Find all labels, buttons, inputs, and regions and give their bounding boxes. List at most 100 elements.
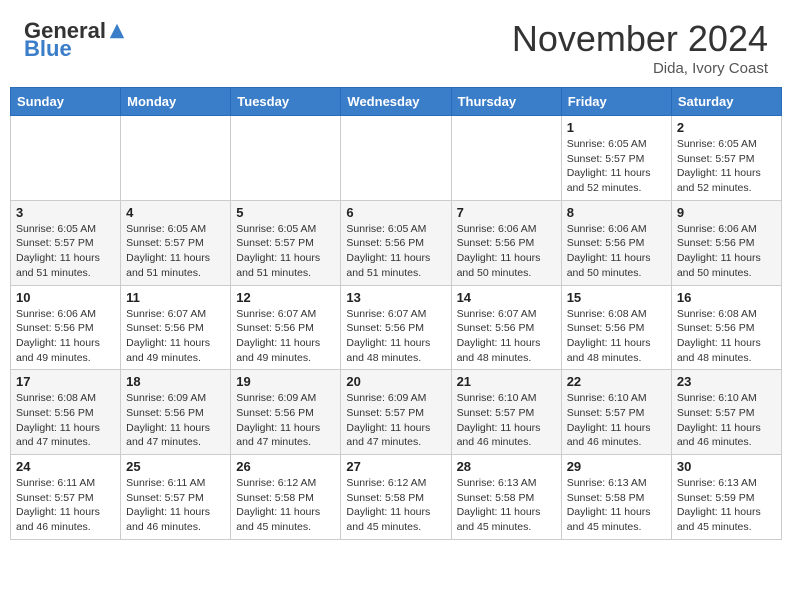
day-number: 27 <box>346 459 445 474</box>
day-info: Sunrise: 6:09 AM Sunset: 5:56 PM Dayligh… <box>126 391 225 450</box>
day-number: 6 <box>346 205 445 220</box>
day-info: Sunrise: 6:06 AM Sunset: 5:56 PM Dayligh… <box>16 307 115 366</box>
day-number: 23 <box>677 374 776 389</box>
calendar-cell: 18 Sunrise: 6:09 AM Sunset: 5:56 PM Dayli… <box>121 370 231 455</box>
col-header-tuesday: Tuesday <box>231 88 341 116</box>
day-info: Sunrise: 6:09 AM Sunset: 5:57 PM Dayligh… <box>346 391 445 450</box>
calendar-cell: 27 Sunrise: 6:12 AM Sunset: 5:58 PM Dayli… <box>341 455 451 540</box>
calendar-cell <box>451 116 561 201</box>
day-number: 14 <box>457 290 556 305</box>
calendar-cell: 21Sunrise: 6:10 AM Sunset: 5:57 PM Dayli… <box>451 370 561 455</box>
day-info: Sunrise: 6:12 AM Sunset: 5:58 PM Dayligh… <box>346 476 445 535</box>
col-header-friday: Friday <box>561 88 671 116</box>
col-header-monday: Monday <box>121 88 231 116</box>
day-number: 9 <box>677 205 776 220</box>
day-number: 16 <box>677 290 776 305</box>
day-number: 1 <box>567 120 666 135</box>
calendar-cell: 15 Sunrise: 6:08 AM Sunset: 5:56 PM Dayli… <box>561 285 671 370</box>
calendar-cell: 26Sunrise: 6:12 AM Sunset: 5:58 PM Dayli… <box>231 455 341 540</box>
header-row: SundayMondayTuesdayWednesdayThursdayFrid… <box>11 88 782 116</box>
calendar-cell: 22 Sunrise: 6:10 AM Sunset: 5:57 PM Dayli… <box>561 370 671 455</box>
calendar-week-3: 17 Sunrise: 6:08 AM Sunset: 5:56 PM Dayli… <box>11 370 782 455</box>
day-number: 3 <box>16 205 115 220</box>
day-info: Sunrise: 6:07 AM Sunset: 5:56 PM Dayligh… <box>126 307 225 366</box>
day-number: 17 <box>16 374 115 389</box>
day-number: 22 <box>567 374 666 389</box>
day-info: Sunrise: 6:05 AM Sunset: 5:56 PM Dayligh… <box>346 222 445 281</box>
day-info: Sunrise: 6:06 AM Sunset: 5:56 PM Dayligh… <box>457 222 556 281</box>
day-info: Sunrise: 6:05 AM Sunset: 5:57 PM Dayligh… <box>236 222 335 281</box>
day-info: Sunrise: 6:10 AM Sunset: 5:57 PM Dayligh… <box>567 391 666 450</box>
header-right: November 2024 Dida, Ivory Coast <box>512 18 768 77</box>
calendar-cell: 16Sunrise: 6:08 AM Sunset: 5:56 PM Dayli… <box>671 285 781 370</box>
day-number: 10 <box>16 290 115 305</box>
calendar-cell: 10 Sunrise: 6:06 AM Sunset: 5:56 PM Dayli… <box>11 285 121 370</box>
calendar-header: SundayMondayTuesdayWednesdayThursdayFrid… <box>11 88 782 116</box>
day-number: 12 <box>236 290 335 305</box>
calendar-cell: 30 Sunrise: 6:13 AM Sunset: 5:59 PM Dayli… <box>671 455 781 540</box>
day-info: Sunrise: 6:05 AM Sunset: 5:57 PM Dayligh… <box>567 137 666 196</box>
calendar-cell: 23Sunrise: 6:10 AM Sunset: 5:57 PM Dayli… <box>671 370 781 455</box>
calendar-cell: 29 Sunrise: 6:13 AM Sunset: 5:58 PM Dayli… <box>561 455 671 540</box>
day-info: Sunrise: 6:11 AM Sunset: 5:57 PM Dayligh… <box>16 476 115 535</box>
calendar-cell: 19Sunrise: 6:09 AM Sunset: 5:56 PM Dayli… <box>231 370 341 455</box>
day-number: 28 <box>457 459 556 474</box>
day-info: Sunrise: 6:13 AM Sunset: 5:58 PM Dayligh… <box>457 476 556 535</box>
calendar-cell: 7 Sunrise: 6:06 AM Sunset: 5:56 PM Daylig… <box>451 200 561 285</box>
day-info: Sunrise: 6:05 AM Sunset: 5:57 PM Dayligh… <box>16 222 115 281</box>
logo-icon <box>108 22 126 40</box>
day-number: 2 <box>677 120 776 135</box>
calendar-cell <box>231 116 341 201</box>
page-header: General Blue November 2024 Dida, Ivory C… <box>0 0 792 87</box>
day-number: 15 <box>567 290 666 305</box>
calendar-body: 1 Sunrise: 6:05 AM Sunset: 5:57 PM Daylig… <box>11 116 782 540</box>
day-info: Sunrise: 6:08 AM Sunset: 5:56 PM Dayligh… <box>16 391 115 450</box>
day-number: 26 <box>236 459 335 474</box>
calendar-week-1: 3 Sunrise: 6:05 AM Sunset: 5:57 PM Daylig… <box>11 200 782 285</box>
col-header-wednesday: Wednesday <box>341 88 451 116</box>
calendar-cell: 20 Sunrise: 6:09 AM Sunset: 5:57 PM Dayli… <box>341 370 451 455</box>
calendar-week-0: 1 Sunrise: 6:05 AM Sunset: 5:57 PM Daylig… <box>11 116 782 201</box>
day-number: 25 <box>126 459 225 474</box>
calendar-cell: 8 Sunrise: 6:06 AM Sunset: 5:56 PM Daylig… <box>561 200 671 285</box>
calendar-cell: 28 Sunrise: 6:13 AM Sunset: 5:58 PM Dayli… <box>451 455 561 540</box>
day-number: 13 <box>346 290 445 305</box>
day-info: Sunrise: 6:13 AM Sunset: 5:58 PM Dayligh… <box>567 476 666 535</box>
calendar-week-4: 24 Sunrise: 6:11 AM Sunset: 5:57 PM Dayli… <box>11 455 782 540</box>
calendar-table: SundayMondayTuesdayWednesdayThursdayFrid… <box>10 87 782 540</box>
calendar-cell: 25Sunrise: 6:11 AM Sunset: 5:57 PM Dayli… <box>121 455 231 540</box>
day-info: Sunrise: 6:07 AM Sunset: 5:56 PM Dayligh… <box>346 307 445 366</box>
day-number: 30 <box>677 459 776 474</box>
day-number: 8 <box>567 205 666 220</box>
month-title: November 2024 <box>512 18 768 60</box>
logo-blue-text: Blue <box>24 36 72 62</box>
calendar-cell: 14 Sunrise: 6:07 AM Sunset: 5:56 PM Dayli… <box>451 285 561 370</box>
calendar-cell <box>11 116 121 201</box>
day-number: 29 <box>567 459 666 474</box>
day-info: Sunrise: 6:07 AM Sunset: 5:56 PM Dayligh… <box>457 307 556 366</box>
calendar-cell: 1 Sunrise: 6:05 AM Sunset: 5:57 PM Daylig… <box>561 116 671 201</box>
calendar-cell: 11 Sunrise: 6:07 AM Sunset: 5:56 PM Dayli… <box>121 285 231 370</box>
day-info: Sunrise: 6:06 AM Sunset: 5:56 PM Dayligh… <box>677 222 776 281</box>
day-number: 24 <box>16 459 115 474</box>
calendar-wrapper: SundayMondayTuesdayWednesdayThursdayFrid… <box>0 87 792 550</box>
logo: General Blue <box>24 18 126 62</box>
day-info: Sunrise: 6:05 AM Sunset: 5:57 PM Dayligh… <box>126 222 225 281</box>
day-number: 7 <box>457 205 556 220</box>
calendar-cell: 5 Sunrise: 6:05 AM Sunset: 5:57 PM Daylig… <box>231 200 341 285</box>
day-number: 19 <box>236 374 335 389</box>
location: Dida, Ivory Coast <box>512 60 768 77</box>
day-number: 11 <box>126 290 225 305</box>
day-number: 5 <box>236 205 335 220</box>
day-info: Sunrise: 6:08 AM Sunset: 5:56 PM Dayligh… <box>567 307 666 366</box>
day-info: Sunrise: 6:10 AM Sunset: 5:57 PM Dayligh… <box>457 391 556 450</box>
day-number: 20 <box>346 374 445 389</box>
day-info: Sunrise: 6:13 AM Sunset: 5:59 PM Dayligh… <box>677 476 776 535</box>
calendar-cell: 6 Sunrise: 6:05 AM Sunset: 5:56 PM Daylig… <box>341 200 451 285</box>
day-number: 4 <box>126 205 225 220</box>
calendar-cell: 17 Sunrise: 6:08 AM Sunset: 5:56 PM Dayli… <box>11 370 121 455</box>
col-header-sunday: Sunday <box>11 88 121 116</box>
calendar-cell: 24 Sunrise: 6:11 AM Sunset: 5:57 PM Dayli… <box>11 455 121 540</box>
day-number: 18 <box>126 374 225 389</box>
day-info: Sunrise: 6:06 AM Sunset: 5:56 PM Dayligh… <box>567 222 666 281</box>
